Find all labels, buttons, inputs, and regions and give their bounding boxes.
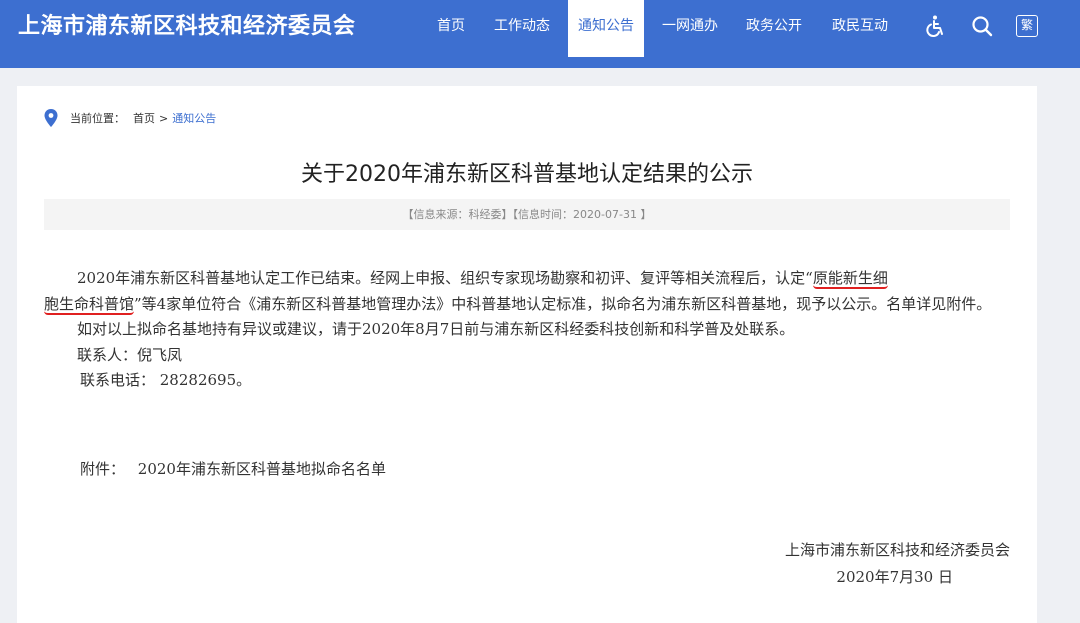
paragraph-announcement-cont: 胞生命科普馆”等4家单位符合《浦东新区科普基地管理办法》中科普基地认定标准，拟命…: [44, 294, 992, 315]
signature-date: 2020年7月30 日: [836, 568, 953, 586]
traditional-chinese-label: 繁: [1020, 18, 1033, 32]
nav-item-gov-open[interactable]: 政务公开: [738, 0, 810, 57]
signature-block: 上海市浦东新区科技和经济委员会 2020年7月30 日: [785, 537, 1010, 591]
signature-org: 上海市浦东新区科技和经济委员会: [784, 541, 1010, 559]
article-title: 关于2020年浦东新区科普基地认定结果的公示: [301, 162, 753, 187]
highlight-underline-a: 原能新生细: [812, 269, 888, 289]
contact-phone: 联系电话： 28282695。: [80, 371, 252, 389]
attachment-link[interactable]: 2020年浦东新区科普基地拟命名名单: [138, 460, 386, 478]
contact-person: 联系人：倪飞凤: [77, 345, 183, 364]
breadcrumb-prefix: 当前位置：: [70, 112, 125, 125]
location-pin-icon: [44, 109, 58, 127]
paragraph-announcement: 2020年浦东新区科普基地认定工作已结束。经网上申报、组织专家现场勘察和初评、复…: [77, 269, 888, 289]
paragraph-objection: 如对以上拟命名基地持有异议或建议，请于2020年8月7日前与浦东新区科经委科技创…: [77, 320, 795, 338]
content-panel: 当前位置： 首页 > 通知公告 关于2020年浦东新区科普基地认定结果的公示 【…: [17, 86, 1037, 623]
breadcrumb-home-link[interactable]: 首页: [133, 110, 155, 126]
nav-item-news[interactable]: 工作动态: [486, 0, 558, 57]
wheelchair-icon[interactable]: [923, 14, 947, 38]
traditional-chinese-toggle[interactable]: 繁: [1016, 15, 1038, 37]
breadcrumb-separator: >: [159, 111, 169, 125]
site-header: 上海市浦东新区科技和经济委员会 首页 工作动态 通知公告 一网通办 政务公开 政…: [0, 0, 1080, 68]
nav-item-one-stop[interactable]: 一网通办: [654, 0, 726, 57]
nav-item-interaction[interactable]: 政民互动: [824, 0, 896, 57]
nav-item-notices[interactable]: 通知公告: [568, 0, 644, 57]
breadcrumb-current-link[interactable]: 通知公告: [172, 110, 216, 126]
attachment: 附件： 2020年浦东新区科普基地拟命名名单: [80, 458, 386, 479]
search-icon[interactable]: [970, 14, 994, 38]
site-title[interactable]: 上海市浦东新区科技和经济委员会: [18, 10, 356, 44]
attachment-label: 附件：: [80, 460, 126, 478]
article-meta: 【信息来源：科经委】【信息时间：2020-07-31 】: [44, 199, 1010, 230]
article-body: 2020年浦东新区科普基地认定工作已结束。经网上申报、组织专家现场勘察和初评、复…: [44, 266, 1010, 394]
breadcrumb: 当前位置： 首页 > 通知公告: [44, 108, 216, 128]
highlight-underline-b: 胞生命科普馆: [44, 294, 135, 315]
nav-item-home[interactable]: 首页: [424, 0, 478, 57]
